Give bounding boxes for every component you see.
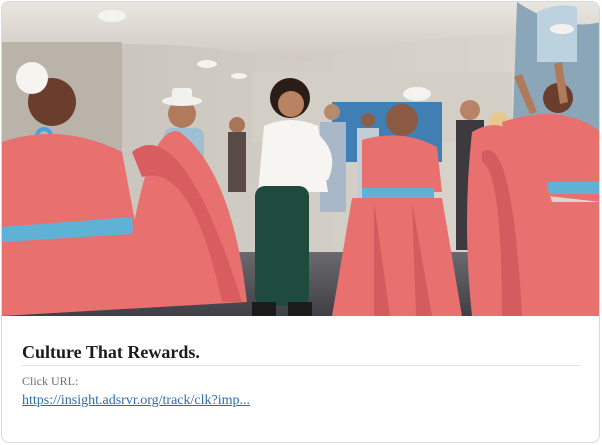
ad-card[interactable]: Culture That Rewards. Click URL: https:/…	[1, 1, 600, 443]
ad-text-area: Culture That Rewards. Click URL: https:/…	[2, 316, 599, 442]
click-url-label: Click URL:	[22, 374, 79, 388]
click-url-link[interactable]: https://insight.adsrvr.org/track/clk?imp…	[22, 393, 250, 409]
divider	[22, 365, 581, 366]
ad-headline[interactable]: Culture That Rewards.	[22, 342, 200, 363]
dancers-photo-illustration	[2, 2, 599, 316]
ad-photo[interactable]	[2, 2, 599, 316]
